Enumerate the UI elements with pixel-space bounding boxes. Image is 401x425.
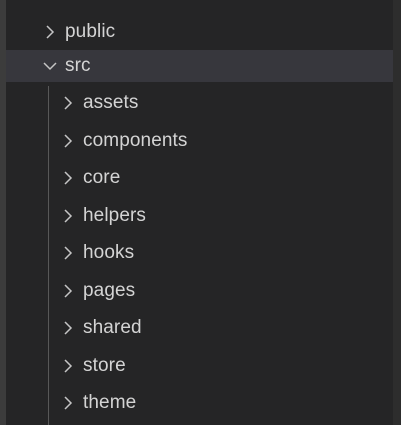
- folder-label: public: [65, 21, 116, 42]
- chevron-right-icon: [61, 243, 75, 263]
- folder-pages[interactable]: pages: [6, 275, 393, 307]
- folder-shared[interactable]: shared: [6, 312, 393, 344]
- folder-src[interactable]: src: [6, 50, 393, 82]
- folder-label: shared: [83, 317, 142, 338]
- chevron-right-icon: [61, 168, 75, 188]
- chevron-right-icon: [61, 318, 75, 338]
- folder-label: theme: [83, 392, 137, 413]
- folder-label: assets: [83, 92, 139, 113]
- folder-helpers[interactable]: helpers: [6, 200, 393, 232]
- folder-hooks[interactable]: hooks: [6, 237, 393, 269]
- folder-label: hooks: [83, 242, 135, 263]
- folder-store[interactable]: store: [6, 350, 393, 382]
- folder-core[interactable]: core: [6, 162, 393, 194]
- folder-label: core: [83, 167, 121, 188]
- chevron-right-icon: [61, 356, 75, 376]
- folder-label: src: [65, 55, 91, 76]
- folder-label: components: [83, 129, 188, 151]
- folder-label: helpers: [83, 204, 147, 226]
- chevron-down-icon: [43, 56, 57, 76]
- chevron-right-icon: [61, 281, 75, 301]
- file-explorer: public src assets components core helpers ho…: [0, 0, 401, 425]
- folder-label: pages: [83, 279, 136, 301]
- chevron-right-icon: [61, 93, 75, 113]
- folder-theme[interactable]: theme: [6, 387, 393, 419]
- scrollbar-track[interactable]: [393, 0, 401, 425]
- folder-public[interactable]: public: [6, 16, 393, 48]
- folder-components[interactable]: components: [6, 125, 393, 157]
- chevron-right-icon: [43, 22, 57, 42]
- chevron-right-icon: [61, 393, 75, 413]
- folder-assets[interactable]: assets: [6, 87, 393, 119]
- folder-label: store: [83, 354, 126, 376]
- chevron-right-icon: [61, 131, 75, 151]
- chevron-right-icon: [61, 206, 75, 226]
